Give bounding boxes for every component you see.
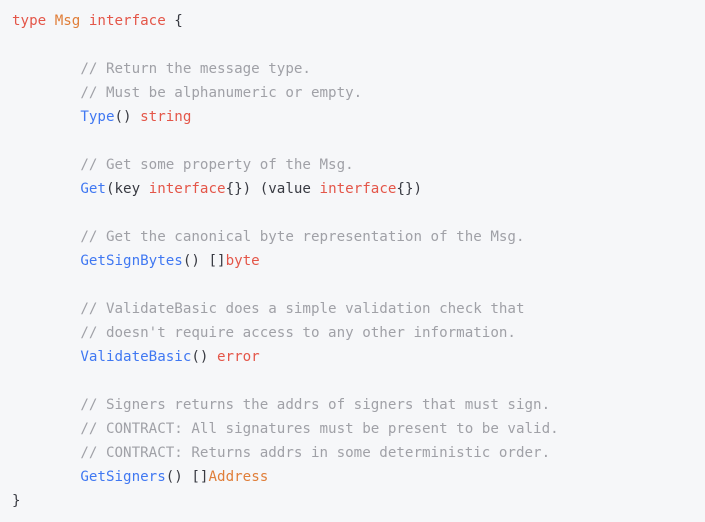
token-keyword: interface <box>319 181 397 197</box>
token-punct: () [] <box>165 469 209 485</box>
token-comment: // CONTRACT: Returns addrs in some deter… <box>80 445 551 461</box>
token-keyword: interface <box>88 13 166 29</box>
token-func: Get <box>80 181 106 197</box>
token-comment: // Get some property of the Msg. <box>80 157 354 173</box>
code-line: Get(key interface{}) (value interface{}) <box>0 177 705 201</box>
token-func: GetSignBytes <box>80 253 183 269</box>
token-keyword: string <box>140 109 192 125</box>
token-type: Address <box>208 469 269 485</box>
code-line: Type() string <box>0 105 705 129</box>
code-line: type Msg interface { <box>0 9 705 33</box>
source-code[interactable]: type Msg interface { // Return the messa… <box>0 9 705 513</box>
token-comment: // ValidateBasic does a simple validatio… <box>80 301 525 317</box>
code-line: // Get the canonical byte representation… <box>0 225 705 249</box>
token-keyword: type <box>12 13 47 29</box>
token-punct: } <box>12 493 21 509</box>
token-comment: // Signers returns the addrs of signers … <box>80 397 551 413</box>
code-line: // ValidateBasic does a simple validatio… <box>0 297 705 321</box>
code-block[interactable]: type Msg interface { // Return the messa… <box>0 0 705 522</box>
token-keyword: error <box>217 349 260 365</box>
token-punct: (key <box>105 181 149 197</box>
token-func: ValidateBasic <box>80 349 192 365</box>
token-comment: // doesn't require access to any other i… <box>80 325 516 341</box>
token-punct: {}) <box>396 181 423 197</box>
code-line: // CONTRACT: Returns addrs in some deter… <box>0 441 705 465</box>
token-punct: () <box>191 349 218 365</box>
code-line: // Must be alphanumeric or empty. <box>0 81 705 105</box>
token-func: Type <box>80 109 115 125</box>
token-punct: () [] <box>182 253 226 269</box>
code-line: // Get some property of the Msg. <box>0 153 705 177</box>
code-line: } <box>0 489 705 513</box>
code-line: ValidateBasic() error <box>0 345 705 369</box>
token-type: Msg <box>54 13 81 29</box>
token-comment: // Return the message type. <box>80 61 311 77</box>
code-line: // Return the message type. <box>0 57 705 81</box>
token-punct: () <box>114 109 141 125</box>
token-punct: { <box>165 13 183 29</box>
code-line: // doesn't require access to any other i… <box>0 321 705 345</box>
token-keyword: byte <box>225 253 260 269</box>
token-punct: {}) (value <box>225 181 320 197</box>
token-comment: // Get the canonical byte representation… <box>80 229 525 245</box>
code-line: // CONTRACT: All signatures must be pres… <box>0 417 705 441</box>
code-line: GetSignBytes() []byte <box>0 249 705 273</box>
token-keyword: interface <box>148 181 226 197</box>
token-comment: // Must be alphanumeric or empty. <box>80 85 363 101</box>
token-comment: // CONTRACT: All signatures must be pres… <box>80 421 559 437</box>
code-line: // Signers returns the addrs of signers … <box>0 393 705 417</box>
code-line: GetSigners() []Address <box>0 465 705 489</box>
token-func: GetSigners <box>80 469 166 485</box>
